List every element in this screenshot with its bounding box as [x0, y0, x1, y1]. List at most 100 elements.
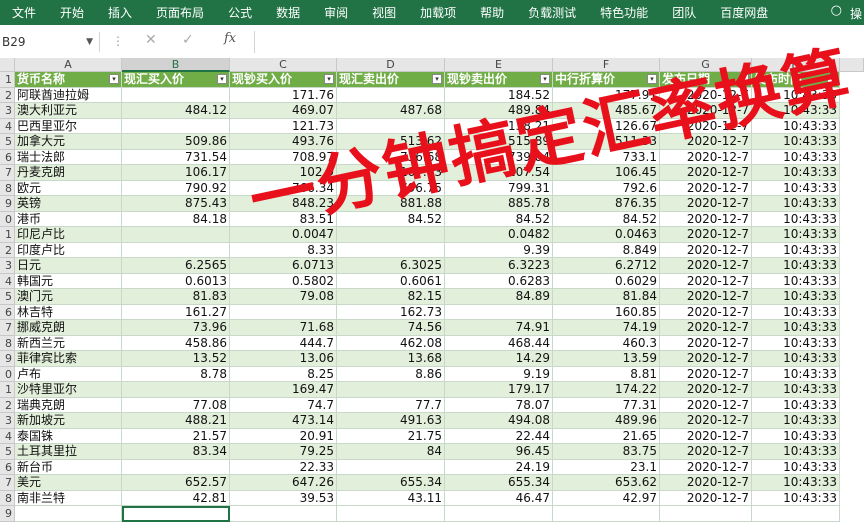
table-cell[interactable]: 79.08 — [230, 289, 337, 305]
table-cell[interactable]: 卢布 — [15, 366, 122, 382]
table-cell[interactable]: 泰国铢 — [15, 428, 122, 444]
table-cell[interactable]: 8.33 — [230, 242, 337, 258]
filter-dropdown-icon[interactable]: ▾ — [827, 74, 837, 84]
table-cell[interactable]: 10:43:33 — [752, 118, 840, 134]
table-cell[interactable]: 10:43:33 — [752, 134, 840, 150]
table-cell[interactable]: 74.7 — [230, 397, 337, 413]
row-header[interactable]: 3 — [0, 258, 15, 274]
table-cell[interactable]: 菲律宾比索 — [15, 351, 122, 367]
ribbon-tab[interactable]: 插入 — [96, 4, 144, 21]
table-cell[interactable]: 876.35 — [553, 196, 660, 212]
filter-dropdown-icon[interactable]: ▾ — [217, 74, 227, 84]
ribbon-tab[interactable]: 审阅 — [312, 4, 360, 21]
row-header[interactable]: 8 — [0, 335, 15, 351]
select-all-corner[interactable] — [0, 58, 15, 72]
table-cell[interactable]: 6.3223 — [445, 258, 553, 274]
ribbon-tab[interactable]: 加载项 — [408, 4, 468, 21]
table-cell[interactable]: 174.22 — [553, 382, 660, 398]
table-cell[interactable]: 瑞典克朗 — [15, 397, 122, 413]
table-header-cell[interactable]: 现钞卖出价 ▾ — [445, 72, 553, 88]
table-header-cell[interactable]: 发布日期 ▾ — [660, 72, 752, 88]
table-cell[interactable]: 83.51 — [230, 211, 337, 227]
ribbon-tab[interactable]: 开始 — [48, 4, 96, 21]
table-cell[interactable]: 177.91 — [553, 87, 660, 103]
table-cell[interactable]: 79.25 — [230, 444, 337, 460]
table-cell[interactable] — [660, 506, 752, 522]
table-cell[interactable]: 460.3 — [553, 335, 660, 351]
table-cell[interactable]: 2020-12-7 — [660, 351, 752, 367]
table-cell[interactable]: 瑞士法郎 — [15, 149, 122, 165]
table-cell[interactable]: 43.11 — [337, 490, 445, 506]
table-cell[interactable]: 790.92 — [122, 180, 230, 196]
table-cell[interactable] — [122, 87, 230, 103]
table-cell[interactable]: 78.07 — [445, 397, 553, 413]
table-cell[interactable]: 81.83 — [122, 289, 230, 305]
table-cell[interactable]: 488.21 — [122, 413, 230, 429]
table-cell[interactable]: 647.26 — [230, 475, 337, 491]
formula-input[interactable] — [254, 31, 864, 53]
table-cell[interactable]: 澳大利亚元 — [15, 103, 122, 119]
selected-cell[interactable] — [122, 506, 230, 522]
table-cell[interactable]: 2020-12-7 — [660, 320, 752, 336]
row-header[interactable]: 9 — [0, 196, 15, 212]
table-cell[interactable]: 10:43:33 — [752, 165, 840, 181]
table-header-cell[interactable]: 现钞买入价 ▾ — [230, 72, 337, 88]
table-cell[interactable] — [553, 506, 660, 522]
table-cell[interactable]: 74.56 — [337, 320, 445, 336]
table-cell[interactable]: 162.73 — [337, 304, 445, 320]
table-cell[interactable]: 10:43:33 — [752, 397, 840, 413]
row-header[interactable]: 0 — [0, 366, 15, 382]
table-cell[interactable]: 10:43:33 — [752, 211, 840, 227]
table-cell[interactable]: 新西兰元 — [15, 335, 122, 351]
table-cell[interactable]: 6.0713 — [230, 258, 337, 274]
table-cell[interactable]: 10:43:33 — [752, 304, 840, 320]
table-cell[interactable] — [337, 242, 445, 258]
table-cell[interactable]: 10:43:33 — [752, 273, 840, 289]
table-cell[interactable] — [337, 506, 445, 522]
table-cell[interactable]: 766.34 — [230, 180, 337, 196]
column-header[interactable]: C — [230, 58, 337, 72]
row-header[interactable]: 6 — [0, 459, 15, 475]
table-cell[interactable]: 2020-12-7 — [660, 289, 752, 305]
table-cell[interactable]: 8.78 — [122, 366, 230, 382]
row-header[interactable]: 1 — [0, 382, 15, 398]
table-cell[interactable]: 71.68 — [230, 320, 337, 336]
table-cell[interactable]: 10:43:33 — [752, 87, 840, 103]
table-cell[interactable]: 84 — [337, 444, 445, 460]
table-cell[interactable]: 2020-12-7 — [660, 242, 752, 258]
table-cell[interactable]: 799.31 — [445, 180, 553, 196]
table-cell[interactable]: 2020-12-7 — [660, 165, 752, 181]
table-cell[interactable]: 10:43:33 — [752, 196, 840, 212]
table-cell[interactable]: 2020-12-7 — [660, 196, 752, 212]
table-cell[interactable]: 英镑 — [15, 196, 122, 212]
row-header[interactable]: 2 — [0, 87, 15, 103]
table-cell[interactable]: 96.45 — [445, 444, 553, 460]
column-header[interactable]: F — [553, 58, 660, 72]
table-cell[interactable]: 84.52 — [553, 211, 660, 227]
row-header[interactable]: 1 — [0, 227, 15, 243]
table-cell[interactable]: 458.86 — [122, 335, 230, 351]
table-cell[interactable]: 179.17 — [445, 382, 553, 398]
table-cell[interactable]: 10:43:33 — [752, 444, 840, 460]
table-cell[interactable]: 485.67 — [553, 103, 660, 119]
table-cell[interactable]: 2020-12-7 — [660, 366, 752, 382]
table-cell[interactable] — [752, 506, 840, 522]
table-cell[interactable]: 0.0463 — [553, 227, 660, 243]
table-cell[interactable]: 77.31 — [553, 397, 660, 413]
ribbon-tab[interactable]: 百度网盘 — [708, 4, 780, 21]
ribbon-tab[interactable]: 特色功能 — [588, 4, 660, 21]
table-cell[interactable] — [122, 459, 230, 475]
table-cell[interactable]: 24.19 — [445, 459, 553, 475]
chevron-down-icon[interactable]: ▼ — [86, 32, 93, 52]
table-cell[interactable]: 0.6061 — [337, 273, 445, 289]
row-header[interactable]: 9 — [0, 506, 15, 522]
table-cell[interactable]: 792.6 — [553, 180, 660, 196]
row-header[interactable]: 8 — [0, 490, 15, 506]
table-cell[interactable]: 106.17 — [122, 165, 230, 181]
table-cell[interactable]: 74.91 — [445, 320, 553, 336]
row-header[interactable]: 1 — [0, 72, 15, 88]
table-cell[interactable]: 489.84 — [445, 103, 553, 119]
table-cell[interactable]: 84.89 — [445, 289, 553, 305]
filter-dropdown-icon[interactable]: ▾ — [739, 74, 749, 84]
table-cell[interactable]: 10:43:33 — [752, 366, 840, 382]
